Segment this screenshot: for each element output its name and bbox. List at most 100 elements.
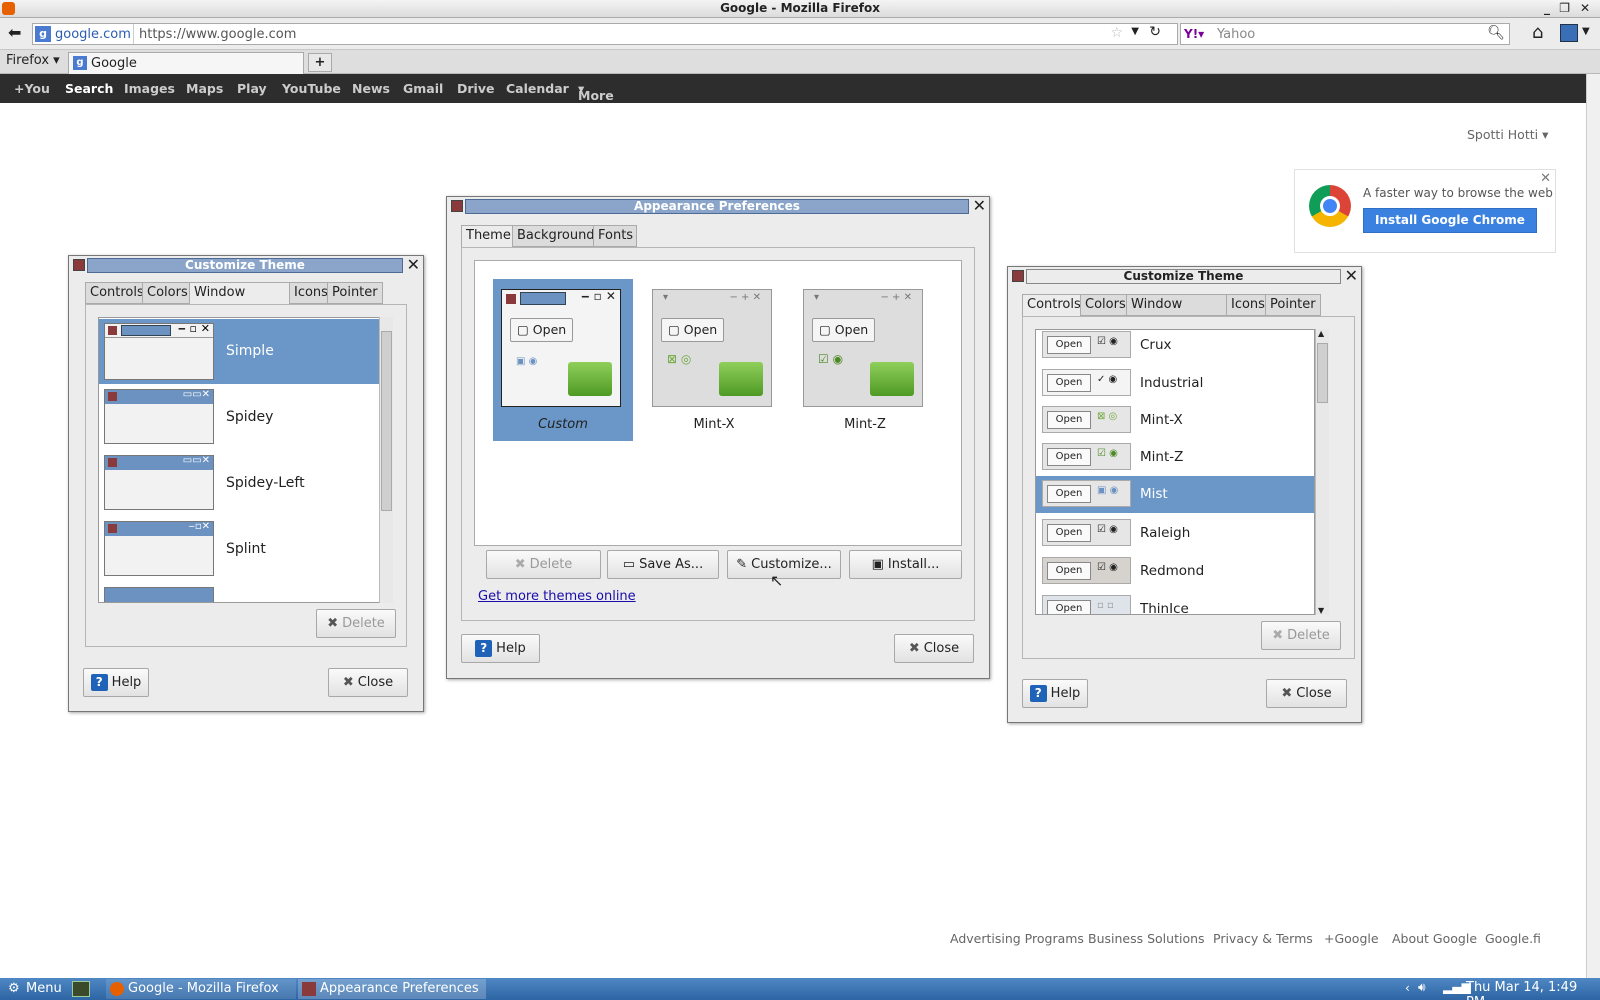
taskbar-item-firefox[interactable]: Google - Mozilla Firefox	[106, 979, 296, 999]
restore-icon[interactable]: ❐	[1559, 0, 1570, 17]
list-item[interactable]: ‒ ▫ ✕ Simple	[99, 319, 392, 384]
footer-about[interactable]: About Google	[1392, 931, 1477, 946]
delete-button[interactable]: ✖ Delete	[1261, 621, 1341, 650]
list-item[interactable]: Open ☑ ◉ Redmond	[1036, 553, 1314, 590]
footer-business[interactable]: Business Solutions	[1088, 931, 1205, 946]
gbar-you[interactable]: +You	[14, 81, 50, 96]
clock[interactable]: Thu Mar 14, 1:49 PM	[1466, 980, 1600, 1000]
list-item[interactable]: Open ▣ ◉ Mist	[1036, 476, 1314, 513]
gbar-news[interactable]: News	[352, 81, 390, 96]
install-chrome-button[interactable]: Install Google Chrome	[1363, 208, 1537, 233]
theme-custom[interactable]: ‒ ▫ ✕ ▢ Open ▣ ◉ Custom	[493, 279, 633, 441]
list-item[interactable]: ‒▫✕ Splint	[99, 517, 392, 582]
gbar-gmail[interactable]: Gmail	[403, 81, 443, 96]
scrollbar-thumb[interactable]	[1317, 343, 1328, 403]
controls-list[interactable]: Open ☑ ◉ Crux Open ✓ ◉ Industrial Open ⊠ ◎ …	[1035, 329, 1315, 615]
page-scrollbar[interactable]	[1586, 74, 1600, 978]
help-button[interactable]: ? Help	[461, 634, 540, 663]
tab-pointer[interactable]: Pointer	[327, 282, 383, 304]
list-scrollbar[interactable]	[379, 317, 393, 603]
tab-controls[interactable]: Controls	[85, 282, 144, 304]
tab-theme[interactable]: Theme	[461, 225, 513, 248]
firefox-menu-button[interactable]: Firefox ▾	[6, 53, 60, 68]
url-bar[interactable]: g google.com https://www.google.com ☆ ▼ …	[32, 23, 1178, 45]
tab-icons[interactable]: Icons	[1226, 294, 1266, 316]
tab-fonts[interactable]: Fonts	[593, 225, 637, 247]
site-identity[interactable]: google.com	[55, 27, 131, 42]
reload-icon[interactable]: ↻	[1149, 24, 1161, 40]
search-icon[interactable]: 🔍︎	[1487, 25, 1505, 41]
list-item[interactable]	[99, 583, 392, 602]
list-item[interactable]: Open ✓ ◉ Industrial	[1036, 365, 1314, 402]
delete-button[interactable]: ✖ Delete	[486, 550, 601, 579]
tab-controls[interactable]: Controls	[1022, 294, 1081, 317]
gbar-drive[interactable]: Drive	[457, 81, 494, 96]
tab-icons[interactable]: Icons	[289, 282, 328, 304]
help-button[interactable]: ? Help	[1022, 679, 1088, 708]
close-button[interactable]: ✖ Close	[328, 668, 408, 697]
list-scrollbar[interactable]: ▲ ▼	[1315, 329, 1329, 615]
chevron-icon[interactable]: ‹	[1405, 981, 1410, 995]
list-item[interactable]: ▭▭✕ Spidey-Left	[99, 451, 392, 516]
theme-mint-z[interactable]: ▾ − + ✕ ▢ Open ☑ ◉ Mint-Z	[795, 279, 935, 441]
footer-privacy[interactable]: Privacy & Terms	[1213, 931, 1313, 946]
tab-pointer[interactable]: Pointer	[1265, 294, 1321, 316]
list-item[interactable]: Open ☑ ◉ Mint-Z	[1036, 439, 1314, 476]
close-window-icon[interactable]: ✕	[1580, 0, 1590, 17]
close-icon[interactable]: ✕	[1345, 267, 1358, 285]
back-icon[interactable]: ⬅	[8, 23, 21, 42]
gbar-youtube[interactable]: YouTube	[282, 81, 341, 96]
url-text[interactable]: https://www.google.com	[139, 27, 296, 42]
tab-colors[interactable]: Colors	[1080, 294, 1127, 316]
gbar-play[interactable]: Play	[237, 81, 267, 96]
theme-mint-x[interactable]: ▾ − + ✕ ▢ Open ⊠ ◎ Mint-X	[644, 279, 784, 441]
get-more-themes-link[interactable]: Get more themes online	[478, 589, 636, 604]
help-button[interactable]: ? Help	[83, 668, 149, 697]
footer-google-fi[interactable]: Google.fi	[1485, 931, 1541, 946]
install-button[interactable]: ▣ Install...	[849, 550, 962, 579]
window-border-list[interactable]: ‒ ▫ ✕ Simple ▭▭✕ Spidey ▭▭✕ Spidey-Left	[98, 317, 393, 603]
close-icon[interactable]: ✕	[973, 197, 986, 215]
chevron-down-icon[interactable]: ▼	[1582, 26, 1590, 37]
scrollbar-thumb[interactable]	[381, 331, 392, 511]
tab-window-border[interactable]: Window Border	[189, 282, 290, 320]
list-item[interactable]: Open ☑ ◉ Crux	[1036, 330, 1314, 364]
tab-background[interactable]: Background	[512, 225, 595, 247]
gbar-search[interactable]: Search	[65, 81, 113, 96]
terminal-icon[interactable]	[72, 981, 90, 997]
tab-window-border[interactable]: Window Border	[1126, 294, 1227, 332]
bookmarks-icon[interactable]	[1560, 24, 1578, 42]
user-menu[interactable]: Spotti Hotti ▾	[1467, 127, 1548, 142]
customize-button[interactable]: ✎ Customize...	[727, 550, 841, 579]
theme-grid[interactable]: ‒ ▫ ✕ ▢ Open ▣ ◉ Custom ▾ − + ✕ ▢ Open ⊠…	[474, 260, 962, 546]
new-tab-button[interactable]: +	[308, 53, 332, 72]
footer-advertising[interactable]: Advertising Programs	[950, 931, 1084, 946]
footer-plus-google[interactable]: +Google	[1324, 931, 1379, 946]
gbar-more[interactable]: More ▾	[578, 81, 614, 103]
volume-icon[interactable]: 🔊︎	[1418, 980, 1426, 995]
gbar-images[interactable]: Images	[124, 81, 175, 96]
list-item[interactable]: ▭▭✕ Spidey	[99, 385, 392, 450]
tab-colors[interactable]: Colors	[142, 282, 190, 304]
close-icon[interactable]: ✕	[407, 256, 420, 274]
chevron-down-icon[interactable]: ▼	[1131, 26, 1139, 37]
taskbar-item-appearance[interactable]: Appearance Preferences	[298, 979, 486, 999]
delete-button[interactable]: ✖ Delete	[316, 609, 396, 638]
gbar-calendar[interactable]: Calendar	[506, 81, 569, 96]
search-bar[interactable]: Y!▾ Yahoo 🔍︎	[1180, 23, 1510, 45]
yahoo-icon[interactable]: Y!▾	[1184, 27, 1204, 41]
tab-google[interactable]: g Google	[68, 52, 304, 74]
close-button[interactable]: ✖ Close	[1266, 679, 1347, 708]
list-item[interactable]: Open ⊠ ◎ Mint-X	[1036, 402, 1314, 439]
bookmark-star-icon[interactable]: ☆	[1110, 25, 1123, 41]
gbar-maps[interactable]: Maps	[186, 81, 223, 96]
start-menu-button[interactable]: ⚙ Menu	[4, 979, 70, 999]
close-button[interactable]: ✖ Close	[894, 634, 974, 663]
save-as-button[interactable]: ▭ Save As...	[607, 550, 719, 579]
list-item[interactable]: Open ☑ ◉ Raleigh	[1036, 515, 1314, 552]
list-item[interactable]: Open ▫ ▫ ThinIce	[1036, 591, 1314, 614]
minimize-icon[interactable]: _	[1544, 0, 1550, 17]
search-engine-label[interactable]: Yahoo	[1217, 27, 1255, 42]
close-icon[interactable]: ✕	[1540, 171, 1551, 186]
home-icon[interactable]: ⌂	[1532, 22, 1543, 43]
